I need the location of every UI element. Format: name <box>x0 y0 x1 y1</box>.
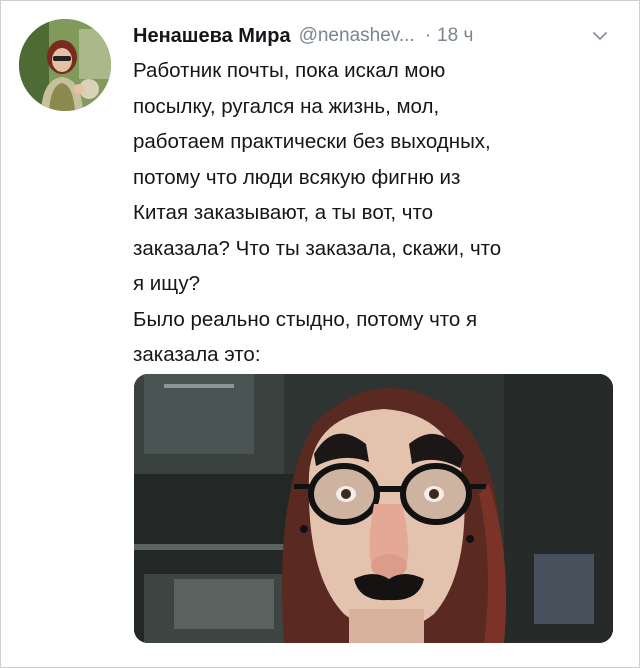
tweet-header: Ненашева Мира @nenashev... · 18 ч <box>133 21 619 51</box>
tweet-card: Ненашева Мира @nenashev... · 18 ч Работн… <box>0 0 640 668</box>
photo-content <box>134 374 613 643</box>
author-handle[interactable]: @nenashev... <box>299 25 415 47</box>
tweet-text-line: Китая заказывают, а ты вот, что <box>133 201 434 224</box>
tweet-text-line: заказала это: <box>133 343 261 366</box>
author-name[interactable]: Ненашева Мира <box>133 25 291 48</box>
tweet-text-line: я ищу? <box>133 272 200 295</box>
tweet-media-photo[interactable] <box>134 374 613 643</box>
tweet-text-line: заказала? Что ты заказала, скажи, что <box>133 236 502 260</box>
tweet-text-line: потому что люди всякую фигню из <box>133 165 461 189</box>
tweet-text-line: посылку, ругался на жизнь, мол, <box>133 94 440 118</box>
tweet-text-line: Работник почты, пока искал мою <box>133 59 446 82</box>
header-separator: · <box>424 25 432 46</box>
tweet-text-line: работаем практически без выходных, <box>133 130 491 153</box>
tweet-time[interactable]: 18 ч <box>437 25 473 47</box>
avatar[interactable] <box>19 19 111 111</box>
tweet-text: Работник почты, пока искал мою посылку, … <box>133 53 603 373</box>
tweet-text-line: Было реально стыдно, потому что я <box>133 307 478 331</box>
chevron-down-icon[interactable] <box>591 27 609 45</box>
avatar-photo <box>19 19 111 111</box>
